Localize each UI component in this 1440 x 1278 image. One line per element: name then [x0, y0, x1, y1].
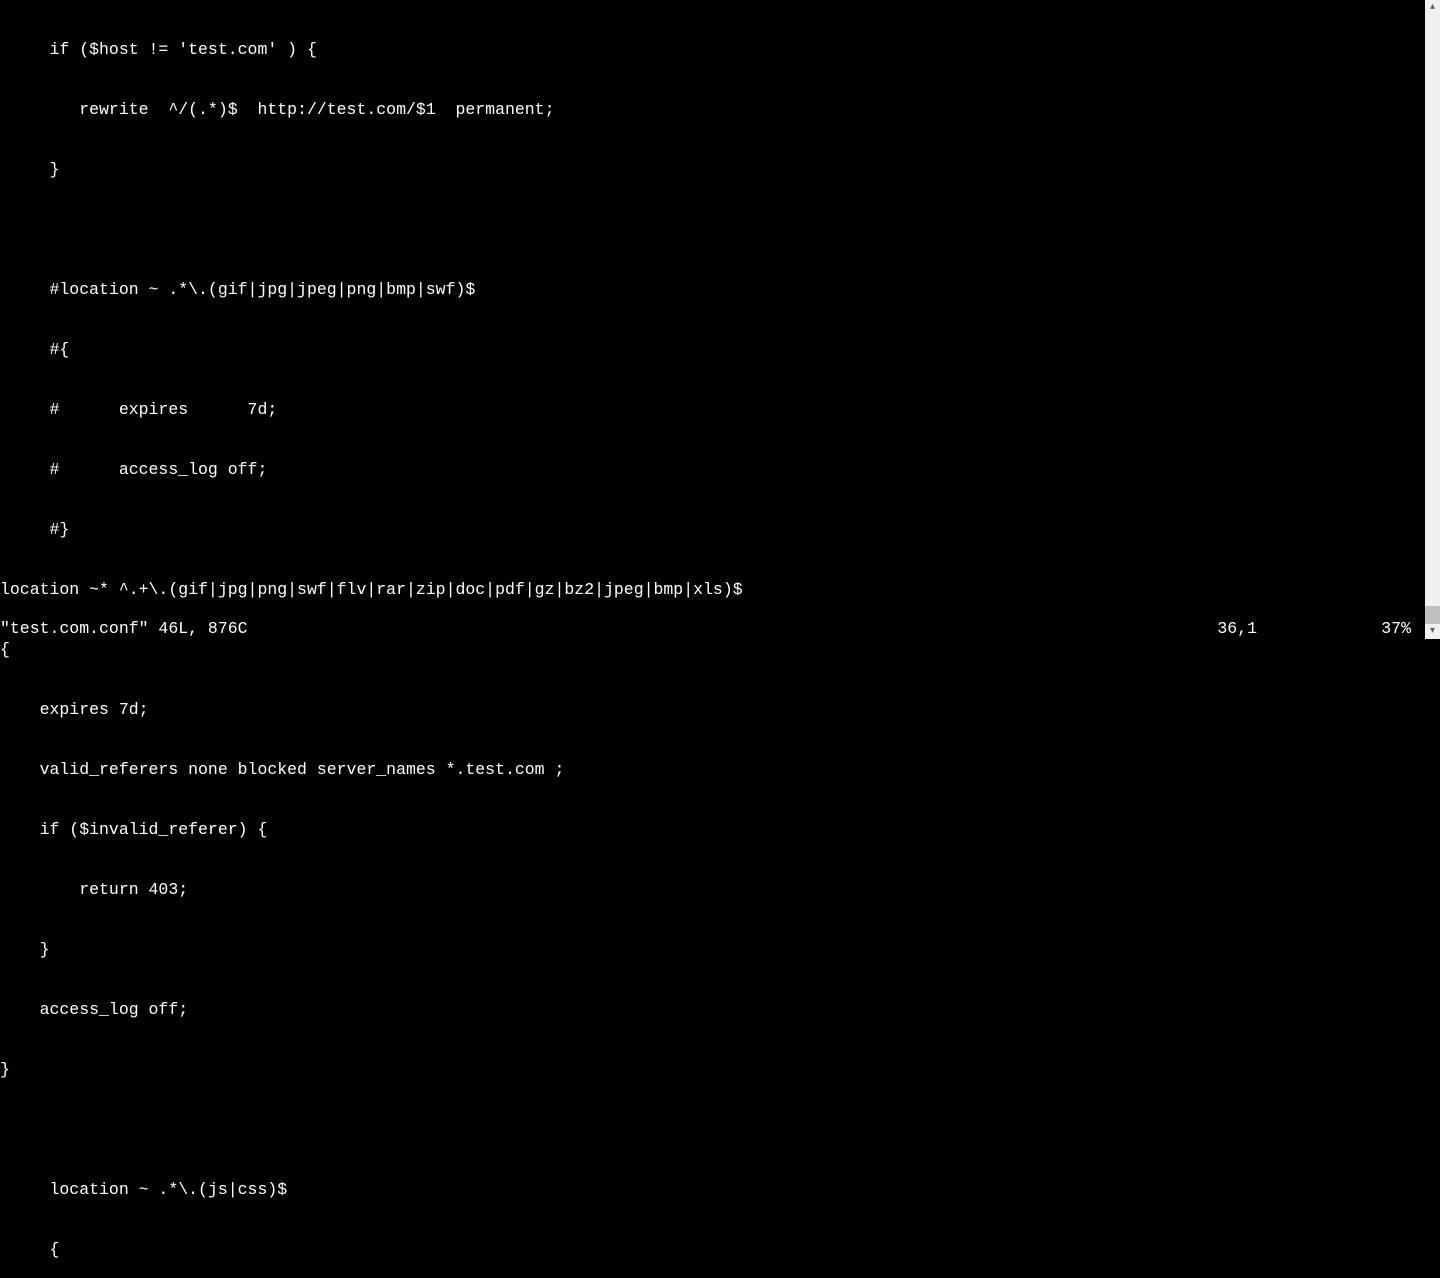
code-line: # access_log off; [0, 460, 1425, 480]
vim-status-line: "test.com.conf" 46L, 876C 36,1 37% [0, 619, 1425, 639]
code-line: } [0, 160, 1425, 180]
scrollbar-arrow-down-icon[interactable]: ▾ [1425, 624, 1440, 639]
code-line [0, 220, 1425, 240]
code-line: rewrite ^/(.*)$ http://test.com/$1 perma… [0, 100, 1425, 120]
code-line: return 403; [0, 880, 1425, 900]
code-line: location ~ .*\.(js|css)$ [0, 1180, 1425, 1200]
code-line: } [0, 1060, 1425, 1080]
code-line: } [0, 940, 1425, 960]
status-cursor-position: 36,1 [1217, 619, 1257, 639]
code-line: location ~* ^.+\.(gif|jpg|png|swf|flv|ra… [0, 580, 1425, 600]
status-scroll-percent: 37% [1381, 619, 1411, 639]
code-line: if ($host != 'test.com' ) { [0, 40, 1425, 60]
code-line: expires 7d; [0, 700, 1425, 720]
scrollbar-arrow-up-icon[interactable]: ▴ [1425, 0, 1440, 15]
code-line: # expires 7d; [0, 400, 1425, 420]
code-line: { [0, 640, 1425, 660]
code-line: #} [0, 520, 1425, 540]
status-filename: "test.com.conf" 46L, 876C [0, 619, 248, 639]
code-line: #location ~ .*\.(gif|jpg|jpeg|png|bmp|sw… [0, 280, 1425, 300]
code-line: access_log off; [0, 1000, 1425, 1020]
code-line: { [0, 1240, 1425, 1260]
code-line [0, 1120, 1425, 1140]
terminal-viewport[interactable]: if ($host != 'test.com' ) { rewrite ^/(.… [0, 0, 1425, 639]
code-line: #{ [0, 340, 1425, 360]
code-line: valid_referers none blocked server_names… [0, 760, 1425, 780]
code-line: if ($invalid_referer) { [0, 820, 1425, 840]
scrollbar-track[interactable]: ▴ ▾ [1425, 0, 1440, 639]
